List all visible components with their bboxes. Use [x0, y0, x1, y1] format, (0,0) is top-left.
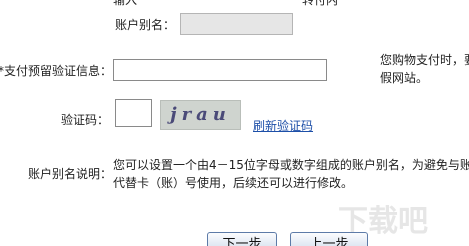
- refresh-captcha-link[interactable]: 刷新验证码: [253, 117, 313, 134]
- captcha-input[interactable]: [115, 99, 152, 127]
- captcha-label: 验证码：: [61, 113, 110, 127]
- prev-button[interactable]: 上一步: [290, 232, 368, 246]
- top-cutoff-text: 转付内: [302, 0, 339, 7]
- preset-verification-label-row: *支付预留验证信息：: [0, 62, 112, 79]
- alias-help-label: 账户别名说明：: [28, 167, 113, 181]
- captcha-image: jrau: [160, 100, 241, 130]
- preset-verification-input[interactable]: [113, 59, 327, 81]
- alias-help-text: 您可以设置一个由4－15位字母或数字组成的账户别名，为避免与账 代替卡（账）号使…: [113, 158, 469, 190]
- side-note: 您购物支付时，要 假网站。: [380, 53, 469, 85]
- alias-label: 账户别名：: [115, 18, 176, 32]
- alias-input[interactable]: [180, 13, 293, 35]
- next-button[interactable]: 下一步: [207, 232, 277, 246]
- watermark-logo: 下载吧: [338, 204, 428, 236]
- top-cutoff-label: 输入: [113, 0, 138, 7]
- preset-verification-label: 支付预留验证信息：: [4, 64, 113, 78]
